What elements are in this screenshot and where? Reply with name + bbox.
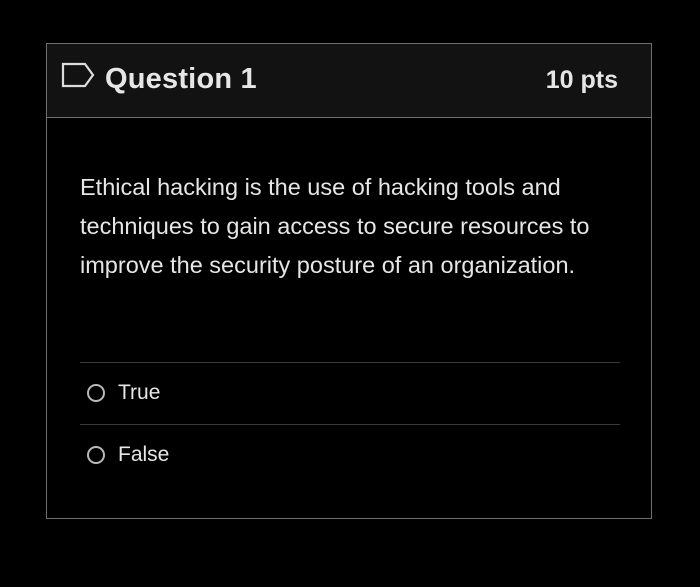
question-text: Ethical hacking is the use of hacking to… [80, 174, 590, 278]
answer-label-false[interactable]: False [118, 443, 169, 467]
radio-button-true[interactable] [87, 384, 105, 402]
answer-divider [80, 362, 620, 363]
radio-button-false[interactable] [87, 446, 105, 464]
answer-divider [80, 424, 620, 425]
question-header: Question 1 10 pts [47, 44, 651, 118]
question-card: Question 1 10 pts Ethical hacking is the… [46, 43, 652, 519]
question-title: Question 1 [105, 63, 257, 95]
question-points: 10 pts [545, 66, 618, 94]
answer-option-true[interactable]: True [87, 378, 160, 408]
flag-icon[interactable] [61, 62, 95, 88]
answer-label-true[interactable]: True [118, 381, 160, 405]
answer-option-false[interactable]: False [87, 440, 169, 470]
